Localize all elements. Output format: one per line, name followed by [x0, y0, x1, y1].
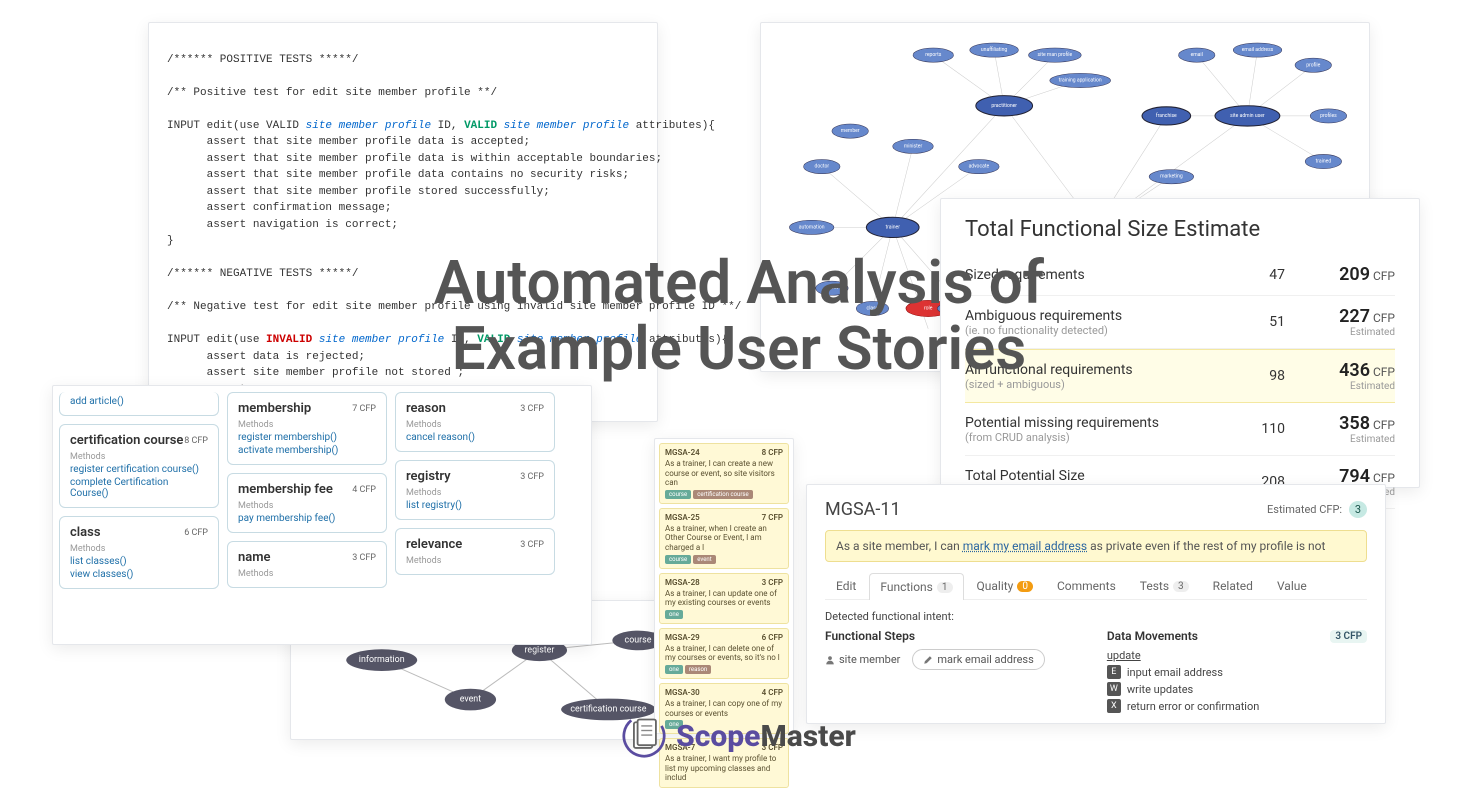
code-panel: /****** POSITIVE TESTS *****/ /** Positi…: [148, 22, 658, 422]
svg-text:register: register: [524, 645, 554, 655]
detail-story-id: MGSA-11: [825, 499, 901, 520]
svg-text:certification course: certification course: [570, 704, 646, 714]
estimate-row: Ambiguous requirements(ie. no functional…: [965, 296, 1395, 349]
entity-card[interactable]: certification course8 CFPMethodsregister…: [59, 424, 219, 508]
estimate-title: Total Functional Size Estimate: [965, 217, 1395, 242]
entity-cluster: add article() certification course8 CFPMe…: [52, 385, 592, 645]
tab-val[interactable]: Value: [1266, 572, 1318, 599]
story-detail-panel: MGSA-11 Estimated CFP: 3 As a site membe…: [806, 484, 1386, 724]
svg-text:minister: minister: [904, 143, 923, 149]
estimate-row-count: 98: [1245, 368, 1285, 384]
svg-text:advocate: advocate: [969, 164, 990, 170]
svg-text:site man profile: site man profile: [1038, 51, 1073, 58]
code-comment: /** Positive test for edit site member p…: [167, 87, 497, 99]
user-icon: [825, 655, 835, 665]
data-movements-cfp-badge: 3 CFP: [1330, 630, 1367, 643]
svg-text:profiles: profiles: [1320, 112, 1337, 119]
scopemaster-logo-icon: [622, 714, 666, 758]
svg-text:event: event: [460, 695, 481, 705]
estimate-row-label: All functional requirements(sized + ambi…: [965, 362, 1245, 391]
estimate-row-cfp: 436CFPEstimated: [1285, 360, 1395, 392]
detail-tabs: EditFunctions1Quality0CommentsTests3Rela…: [825, 572, 1367, 600]
detail-estimated-cfp: Estimated CFP: 3: [1267, 503, 1367, 516]
svg-text:class: class: [867, 305, 879, 311]
svg-text:email address: email address: [1242, 47, 1274, 53]
tab-qual[interactable]: Quality0: [966, 572, 1044, 599]
data-movement-line: Xreturn error or confirmation: [1107, 699, 1367, 713]
svg-text:training application: training application: [1059, 77, 1102, 83]
estimate-row: All functional requirements(sized + ambi…: [965, 349, 1395, 403]
tab-edit[interactable]: Edit: [825, 572, 867, 599]
code-comment: /****** NEGATIVE TESTS *****/: [167, 268, 358, 280]
estimate-row-cfp: 227CFPEstimated: [1285, 306, 1395, 338]
estimate-row-label: Potential missing requirements(from CRUD…: [965, 415, 1245, 444]
functional-step-chip[interactable]: mark email address: [912, 649, 1044, 670]
data-movement-line: Wwrite updates: [1107, 682, 1367, 696]
svg-text:marketing: marketing: [1160, 174, 1183, 180]
story-list-item[interactable]: MGSA-257 CFPAs a trainer, when I create …: [659, 508, 789, 569]
svg-text:site admin user: site admin user: [1230, 113, 1265, 119]
detail-story-text: As a site member, I can mark my email ad…: [825, 530, 1367, 562]
estimate-row: Sized requirements47209CFP: [965, 254, 1395, 296]
svg-text:practitioner: practitioner: [991, 103, 1017, 109]
estimate-row-label: Ambiguous requirements(ie. no functional…: [965, 308, 1245, 337]
entity-card[interactable]: relevance3 CFPMethods: [395, 528, 555, 575]
tab-comm[interactable]: Comments: [1046, 572, 1127, 599]
entity-card[interactable]: membership7 CFPMethodsregister membershi…: [227, 392, 387, 465]
svg-text:event: event: [826, 285, 839, 291]
functional-steps-header: Functional Steps: [825, 629, 1085, 643]
entity-card[interactable]: reason3 CFPMethodscancel reason(): [395, 392, 555, 452]
svg-text:automation: automation: [799, 224, 825, 230]
svg-text:unaffiliating: unaffiliating: [981, 46, 1007, 53]
svg-text:doctor: doctor: [815, 164, 830, 170]
estimate-row-label: Sized requirements: [965, 267, 1245, 283]
code-comment: /****** POSITIVE TESTS *****/: [167, 54, 358, 66]
entity-card[interactable]: name3 CFPMethods: [227, 541, 387, 588]
data-movements-header: Data Movements 3 CFP: [1107, 629, 1367, 643]
detected-intent-label: Detected functional intent:: [825, 610, 1367, 623]
data-movement-line: Einput email address: [1107, 665, 1367, 679]
functional-step-persona: site member: [825, 653, 900, 666]
story-list-item[interactable]: MGSA-283 CFPAs a trainer, I can update o…: [659, 573, 789, 624]
estimate-row-count: 47: [1245, 267, 1285, 283]
svg-text:member: member: [841, 128, 860, 134]
svg-text:franchise: franchise: [1156, 112, 1177, 119]
svg-text:profile: profile: [1306, 61, 1320, 68]
entity-card[interactable]: registry3 CFPMethodslist registry(): [395, 460, 555, 520]
estimate-row: Potential missing requirements(from CRUD…: [965, 403, 1395, 456]
story-list-item[interactable]: MGSA-296 CFPAs a trainer, I can delete o…: [659, 628, 789, 679]
pencil-icon: [923, 655, 933, 665]
estimate-row-cfp: 209CFP: [1285, 264, 1395, 285]
estimate-row-count: 110: [1245, 421, 1285, 437]
svg-text:trained: trained: [1316, 159, 1332, 165]
scopemaster-logo: ScopeMaster: [0, 714, 1478, 758]
svg-text:course: course: [625, 635, 652, 645]
estimate-panel: Total Functional Size Estimate Sized req…: [940, 198, 1420, 488]
svg-text:email: email: [1191, 52, 1203, 58]
svg-text:information: information: [359, 655, 405, 665]
estimate-row-cfp: 358CFPEstimated: [1285, 413, 1395, 445]
tab-func[interactable]: Functions1: [869, 573, 963, 600]
story-marked-phrase: mark my email address: [963, 539, 1087, 553]
story-list: MGSA-248 CFPAs a trainer, I can create a…: [654, 438, 794, 734]
estimate-row-count: 51: [1245, 314, 1285, 330]
story-list-item[interactable]: MGSA-248 CFPAs a trainer, I can create a…: [659, 443, 789, 504]
tab-tests[interactable]: Tests3: [1129, 572, 1200, 599]
entity-card[interactable]: membership fee4 CFPMethodspay membership…: [227, 473, 387, 533]
svg-text:reports: reports: [925, 52, 942, 58]
svg-text:trainer: trainer: [886, 224, 901, 230]
entity-card-stub[interactable]: add article(): [59, 392, 219, 416]
data-movement-action: update: [1107, 649, 1367, 662]
tab-rel[interactable]: Related: [1202, 572, 1264, 599]
entity-card[interactable]: class6 CFPMethodslist classes()view clas…: [59, 516, 219, 589]
code-comment: /** Negative test for edit site member p…: [167, 301, 741, 313]
svg-text:role: role: [924, 305, 933, 311]
